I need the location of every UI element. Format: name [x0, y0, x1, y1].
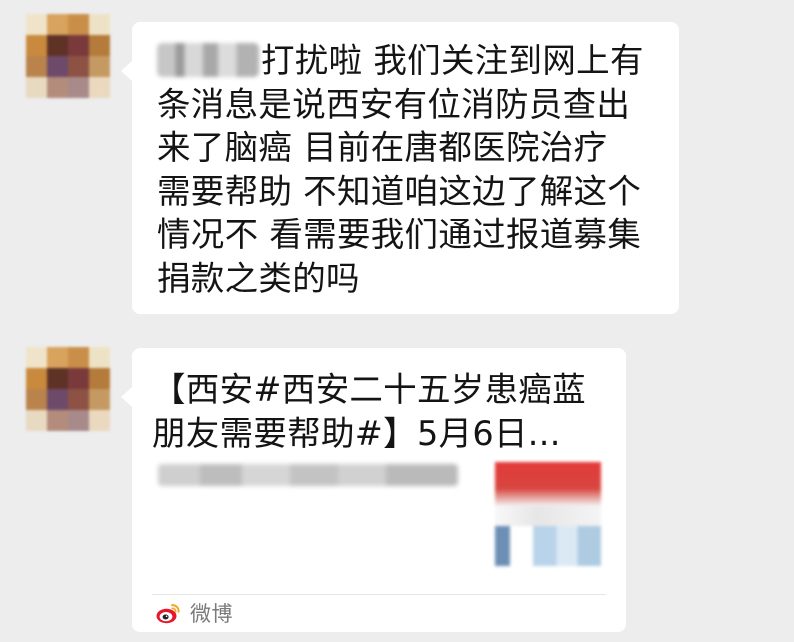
link-thumbnail [495, 462, 601, 566]
link-card[interactable]: 【西安#西安二十五岁患癌蓝朋友需要帮助#】5月6日... 微博 [121, 348, 626, 632]
source-label: 微博 [190, 602, 233, 626]
message-body: 打扰啦 我们关注到网上有 条消息是说西安有位消防员查出 来了脑癌 目前在唐都医院… [157, 41, 644, 298]
redacted-sender-name [157, 43, 259, 77]
avatar[interactable] [26, 14, 110, 98]
message-bubble[interactable]: 打扰啦 我们关注到网上有 条消息是说西安有位消防员查出 来了脑癌 目前在唐都医院… [121, 22, 679, 314]
weibo-icon [156, 604, 180, 624]
message-text: 打扰啦 我们关注到网上有 条消息是说西安有位消防员查出 来了脑癌 目前在唐都医院… [157, 39, 662, 300]
link-title[interactable]: 【西安#西安二十五岁患癌蓝朋友需要帮助#】5月6日... [152, 368, 604, 456]
divider [152, 594, 606, 595]
redacted-link-summary [158, 464, 458, 486]
link-source: 微博 [156, 598, 233, 628]
avatar[interactable] [26, 347, 110, 431]
